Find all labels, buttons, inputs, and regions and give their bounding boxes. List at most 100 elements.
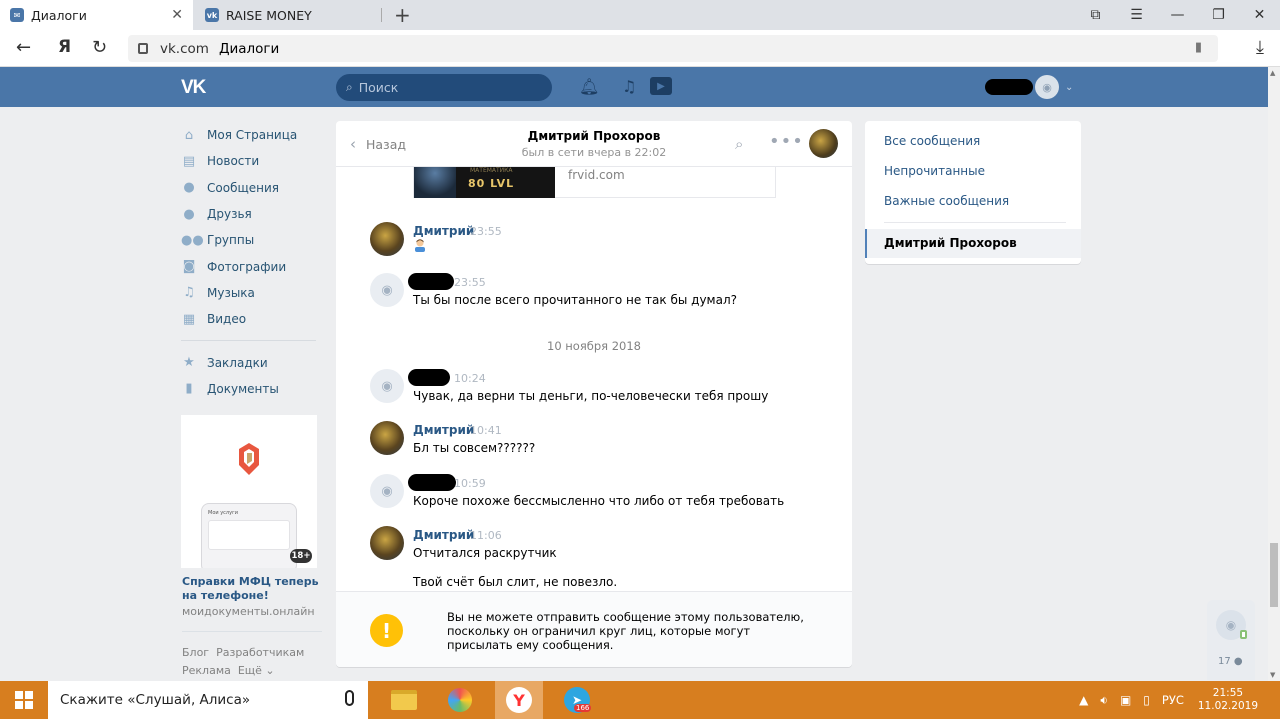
palette-icon	[448, 688, 472, 712]
footer-more-link[interactable]: Ещё ⌄	[238, 664, 275, 677]
search-icon: ⌕	[346, 80, 353, 94]
tab-raise-money[interactable]: vk RAISE MONEY	[195, 0, 383, 30]
filter-unread[interactable]: Непрочитанные	[884, 164, 985, 178]
peer-avatar[interactable]	[809, 129, 838, 158]
clock[interactable]: 21:55 11.02.2019	[1198, 687, 1258, 713]
message-author[interactable]: Дмитрий	[413, 423, 474, 437]
volume-icon[interactable]: 🔉︎	[1100, 693, 1108, 708]
tray-arrow-icon[interactable]: ▲	[1079, 693, 1088, 707]
dialog-filters: Все сообщения Непрочитанные Важные сообщ…	[865, 121, 1081, 264]
search-input[interactable]: ⌕ Поиск	[336, 74, 552, 101]
message-time: 23:55	[470, 225, 502, 238]
menu-item-documents[interactable]: ▮ Документы	[181, 376, 321, 402]
tab-label: RAISE MONEY	[226, 7, 312, 23]
camera-icon[interactable]: ◉	[370, 474, 404, 508]
thumbnail-caption: 80 LVL	[468, 177, 515, 190]
footer-ads-link[interactable]: Реклама	[182, 664, 231, 677]
start-button[interactable]	[0, 681, 48, 719]
page-scrollbar[interactable]: ▲ ▼	[1268, 67, 1280, 681]
yandex-button[interactable]: Я	[58, 37, 71, 57]
address-bar: ← Я ↻ vk.com Диалоги ▮ ⤓	[0, 30, 1280, 67]
menu-item-friends[interactable]: ● Друзья	[181, 201, 321, 227]
menu-item-news[interactable]: ▤ Новости	[181, 148, 321, 174]
menu-divider	[181, 340, 316, 342]
language-indicator[interactable]: РУС	[1162, 693, 1184, 707]
active-dialog-label: Дмитрий Прохоров	[884, 236, 1017, 250]
back-arrow-icon[interactable]: ←	[16, 37, 31, 58]
peer-avatar[interactable]	[370, 526, 404, 560]
link-preview-card[interactable]: МАТЕМАТИКА 80 LVL frvid.com	[413, 167, 776, 198]
bookmarks-panel-icon[interactable]: ⧉	[1075, 0, 1116, 30]
vk-favicon-icon: vk	[205, 8, 219, 22]
online-mobile-icon	[1240, 630, 1247, 639]
peer-avatar[interactable]	[370, 222, 404, 256]
active-dialog-item[interactable]: Дмитрий Прохоров	[865, 229, 1081, 258]
document-icon: ▮	[185, 381, 193, 397]
filter-important[interactable]: Важные сообщения	[884, 194, 1009, 208]
music-note-icon[interactable]: ♫	[622, 77, 636, 96]
paint-app[interactable]	[436, 681, 484, 719]
menu-item-my-page[interactable]: ⌂ Моя Страница	[181, 122, 321, 148]
peer-avatar[interactable]	[370, 421, 404, 455]
menu-item-groups[interactable]: ●● Группы	[181, 227, 321, 253]
footer-devs-link[interactable]: Разработчикам	[216, 646, 304, 659]
redacted-author	[408, 273, 454, 290]
menu-item-bookmarks[interactable]: ★ Закладки	[181, 349, 321, 375]
ad-phone-title: Мои услуги	[208, 510, 238, 516]
link-domain: frvid.com	[568, 168, 625, 182]
url-field[interactable]: vk.com Диалоги	[128, 35, 1218, 62]
message-text: Чувак, да верни ты деньги, по-человеческ…	[413, 389, 769, 403]
menu-icon[interactable]: ☰	[1116, 0, 1157, 30]
filter-divider	[884, 222, 1066, 223]
tab-divider	[381, 8, 382, 22]
menu-item-music[interactable]: ♫ Музыка	[181, 280, 321, 306]
file-explorer-app[interactable]	[380, 681, 428, 719]
telegram-app[interactable]: ➤ 166	[553, 681, 601, 719]
camera-icon[interactable]: ◉	[370, 369, 404, 403]
vk-logo[interactable]: VK	[181, 77, 206, 99]
tab-dialogs[interactable]: ✉ Диалоги ✕	[0, 0, 193, 30]
network-icon[interactable]: ▣	[1120, 693, 1131, 707]
ad-title[interactable]: Справки МФЦ теперь на телефоне!	[182, 575, 322, 603]
battery-icon[interactable]: ▯	[1143, 693, 1150, 707]
filter-all-messages[interactable]: Все сообщения	[884, 134, 980, 148]
chat-widget[interactable]: ◉ 17 ●	[1207, 600, 1255, 680]
menu-item-photos[interactable]: ◙ Фотографии	[181, 253, 321, 279]
menu-item-video[interactable]: ▦ Видео	[181, 306, 321, 332]
message-author[interactable]: Дмитрий	[413, 224, 474, 238]
bookmark-icon[interactable]: ▮	[1195, 40, 1202, 55]
age-badge: 18+	[290, 549, 312, 563]
close-window-icon[interactable]: ✕	[1239, 0, 1280, 30]
link-thumbnail: МАТЕМАТИКА 80 LVL	[414, 167, 555, 198]
message-author[interactable]: Дмитрий	[413, 528, 474, 542]
scroll-down-icon[interactable]: ▼	[1270, 671, 1275, 679]
url-page-title: Диалоги	[218, 40, 280, 57]
photos-icon: ◙	[182, 259, 196, 275]
new-tab-icon[interactable]: +	[394, 3, 411, 27]
more-icon[interactable]: •••	[769, 131, 804, 152]
play-icon[interactable]: ▶	[650, 77, 672, 95]
thumbnail-face	[414, 167, 456, 198]
scroll-up-icon[interactable]: ▲	[1270, 69, 1275, 77]
restore-icon[interactable]: ❐	[1198, 0, 1239, 30]
yandex-browser-app[interactable]: Y	[495, 681, 543, 719]
ad-domain[interactable]: моидокументы.онлайн	[182, 605, 315, 618]
scroll-thumb[interactable]	[1270, 543, 1278, 607]
microphone-icon[interactable]	[345, 690, 354, 706]
alice-search-input[interactable]: Скажите «Слушай, Алиса»	[48, 681, 368, 719]
user-menu[interactable]: ◉ ⌄	[985, 75, 1073, 99]
menu-item-messages[interactable]: ● Сообщения	[181, 175, 321, 201]
download-icon[interactable]: ⤓	[1256, 37, 1264, 58]
url-domain: vk.com	[160, 40, 209, 57]
close-tab-icon[interactable]: ✕	[171, 7, 183, 23]
footer-blog-link[interactable]: Блог	[182, 646, 209, 659]
minimize-icon[interactable]: —	[1157, 0, 1198, 30]
clock-time: 21:55	[1212, 687, 1244, 699]
search-icon[interactable]: ⌕	[735, 135, 743, 153]
ad-image[interactable]: Мои услуги	[181, 415, 317, 568]
message-text: Бл ты совсем??????	[413, 441, 536, 455]
camera-icon[interactable]: ◉	[370, 273, 404, 307]
chat-header: ‹ Назад Дмитрий Прохоров был в сети вчер…	[336, 121, 852, 167]
reload-icon[interactable]: ↻	[92, 37, 107, 58]
bell-icon[interactable]: 🔔︎	[579, 77, 599, 96]
